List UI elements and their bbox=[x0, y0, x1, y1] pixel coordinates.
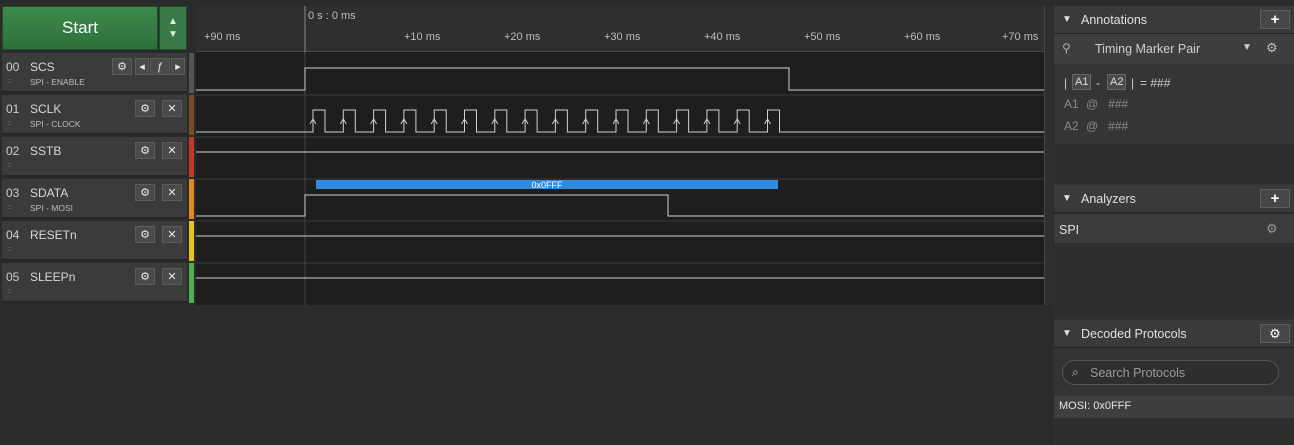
channel-color-bar bbox=[189, 221, 194, 261]
gear-icon[interactable]: ⚙ bbox=[135, 100, 155, 117]
formula-bar: | bbox=[1064, 76, 1068, 90]
decoded-protocols-header[interactable]: ▼ Decoded Protocols ⚙ bbox=[1054, 320, 1294, 348]
decoded-result-row[interactable]: MOSI: 0x0FFF bbox=[1054, 396, 1294, 418]
gear-icon[interactable]: ⚙ bbox=[1266, 221, 1278, 237]
channel-analyzer-label: SPI - MOSI bbox=[30, 203, 73, 213]
a1-label: A1 bbox=[1064, 97, 1079, 111]
channel-number: 02 bbox=[6, 144, 20, 158]
channel-name[interactable]: SCLK bbox=[30, 102, 61, 116]
channel-row-03[interactable]: 03 :::: SDATA SPI - MOSI ⚙ ✕ bbox=[2, 179, 187, 219]
gear-icon[interactable]: ⚙ bbox=[1260, 324, 1290, 343]
waveform-sdata bbox=[196, 194, 1044, 217]
drag-handle-icon[interactable]: :::: bbox=[7, 204, 12, 211]
channel-row-01[interactable]: 01 :::: SCLK SPI - CLOCK ⚙ ✕ bbox=[2, 95, 187, 135]
annotations-empty-space bbox=[1054, 144, 1294, 184]
search-icon: ⌕ bbox=[1072, 365, 1079, 379]
channel-analyzer-label: SPI - ENABLE bbox=[30, 77, 85, 87]
add-analyzer-button[interactable]: + bbox=[1260, 189, 1290, 208]
analyzers-empty-space bbox=[1054, 243, 1294, 319]
close-icon[interactable]: ✕ bbox=[162, 100, 182, 117]
pin-icon[interactable]: ⚲ bbox=[1062, 41, 1071, 55]
collapse-icon[interactable]: ▼ bbox=[1062, 328, 1072, 339]
a1-value: @ ### bbox=[1086, 97, 1129, 111]
channel-analyzer-label: SPI - CLOCK bbox=[30, 119, 81, 129]
analyzer-item[interactable]: SPI ⚙ bbox=[1054, 215, 1294, 243]
empty-workspace bbox=[0, 305, 1052, 445]
drag-handle-icon[interactable]: :::: bbox=[7, 246, 12, 253]
close-icon[interactable]: ✕ bbox=[162, 184, 182, 201]
close-icon[interactable]: ✕ bbox=[162, 268, 182, 285]
analyzers-header[interactable]: ▼ Analyzers + bbox=[1054, 185, 1294, 213]
add-annotation-button[interactable]: + bbox=[1260, 10, 1290, 29]
a2-chip[interactable]: A2 bbox=[1107, 74, 1127, 90]
trigger-left-icon[interactable]: ◂ bbox=[135, 58, 149, 75]
close-icon[interactable]: ✕ bbox=[162, 226, 182, 243]
trigger-right-icon[interactable]: ▸ bbox=[171, 58, 185, 75]
timing-marker-row[interactable]: ⚲ Timing Marker Pair ▼ ⚙ bbox=[1054, 34, 1294, 64]
formula-bar: | bbox=[1131, 76, 1135, 90]
analyzer-name: SPI bbox=[1059, 223, 1080, 237]
drag-handle-icon[interactable]: :::: bbox=[7, 288, 12, 295]
timing-marker-label: Timing Marker Pair bbox=[1095, 42, 1201, 56]
gear-icon[interactable]: ⚙ bbox=[1266, 40, 1278, 56]
drag-handle-icon[interactable]: :::: bbox=[7, 162, 12, 169]
channel-color-bar bbox=[189, 179, 194, 219]
gear-icon[interactable]: ⚙ bbox=[112, 58, 132, 75]
waveform-scroll-strip[interactable] bbox=[1044, 6, 1053, 305]
channel-name[interactable]: RESETn bbox=[30, 228, 77, 242]
a2-label: A2 bbox=[1064, 119, 1079, 133]
channel-name[interactable]: SDATA bbox=[30, 186, 68, 200]
start-button[interactable]: Start bbox=[2, 6, 158, 50]
clock-edge-markers bbox=[309, 118, 771, 125]
waveforms: 0x0FFF bbox=[196, 6, 1044, 305]
channel-color-bar bbox=[189, 53, 194, 93]
decoded-empty-space bbox=[1054, 418, 1294, 445]
channel-number: 03 bbox=[6, 186, 20, 200]
channel-number: 01 bbox=[6, 102, 20, 116]
dropdown-icon[interactable]: ▼ bbox=[1242, 42, 1252, 53]
formula-result: = ### bbox=[1140, 76, 1171, 90]
formula-minus: - bbox=[1096, 76, 1100, 90]
arrow-down-icon[interactable]: ▼ bbox=[168, 28, 178, 41]
gear-icon[interactable]: ⚙ bbox=[135, 142, 155, 159]
decoded-result-text: MOSI: 0x0FFF bbox=[1059, 400, 1132, 412]
start-options[interactable]: ▲ ▼ bbox=[159, 6, 187, 50]
annotations-title: Annotations bbox=[1081, 13, 1148, 27]
search-placeholder: Search Protocols bbox=[1090, 366, 1186, 380]
gear-icon[interactable]: ⚙ bbox=[135, 184, 155, 201]
channel-color-bar bbox=[189, 263, 194, 303]
channel-name[interactable]: SSTB bbox=[30, 144, 61, 158]
close-icon[interactable]: ✕ bbox=[162, 142, 182, 159]
decoded-protocols-title: Decoded Protocols bbox=[1081, 327, 1187, 341]
gear-icon[interactable]: ⚙ bbox=[135, 226, 155, 243]
channel-number: 00 bbox=[6, 60, 20, 74]
waveform-sclk bbox=[196, 109, 1044, 133]
channel-name[interactable]: SLEEPn bbox=[30, 270, 75, 284]
drag-handle-icon[interactable]: :::: bbox=[7, 120, 12, 127]
channel-number: 05 bbox=[6, 270, 20, 284]
drag-handle-icon[interactable]: :::: bbox=[7, 78, 12, 85]
channel-row-05[interactable]: 05 :::: SLEEPn ⚙ ✕ bbox=[2, 263, 187, 303]
channel-row-02[interactable]: 02 :::: SSTB ⚙ ✕ bbox=[2, 137, 187, 177]
trigger-edge-icon[interactable]: ƒ bbox=[150, 58, 170, 75]
arrow-up-icon[interactable]: ▲ bbox=[168, 15, 178, 28]
channel-row-00[interactable]: 00 :::: SCS SPI - ENABLE ⚙ ◂ ƒ ▸ bbox=[2, 53, 187, 93]
a2-value: @ ### bbox=[1086, 119, 1129, 133]
waveform-scs bbox=[196, 67, 1044, 91]
collapse-icon[interactable]: ▼ bbox=[1062, 14, 1072, 25]
search-protocols-input[interactable]: ⌕ Search Protocols bbox=[1062, 360, 1279, 385]
collapse-icon[interactable]: ▼ bbox=[1062, 193, 1072, 204]
annotations-header[interactable]: ▼ Annotations + bbox=[1054, 6, 1294, 34]
decoded-bubble-label: 0x0FFF bbox=[531, 180, 563, 190]
annotation-body: | A1 - A2 | = ### A1 @ ### A2 @ ### bbox=[1054, 64, 1294, 144]
a1-chip[interactable]: A1 bbox=[1072, 74, 1092, 90]
channel-color-bar bbox=[189, 137, 194, 177]
gear-icon[interactable]: ⚙ bbox=[135, 268, 155, 285]
analyzers-title: Analyzers bbox=[1081, 192, 1136, 206]
channel-row-04[interactable]: 04 :::: RESETn ⚙ ✕ bbox=[2, 221, 187, 261]
channel-color-bar bbox=[189, 95, 194, 135]
channel-number: 04 bbox=[6, 228, 20, 242]
channel-name[interactable]: SCS bbox=[30, 60, 55, 74]
